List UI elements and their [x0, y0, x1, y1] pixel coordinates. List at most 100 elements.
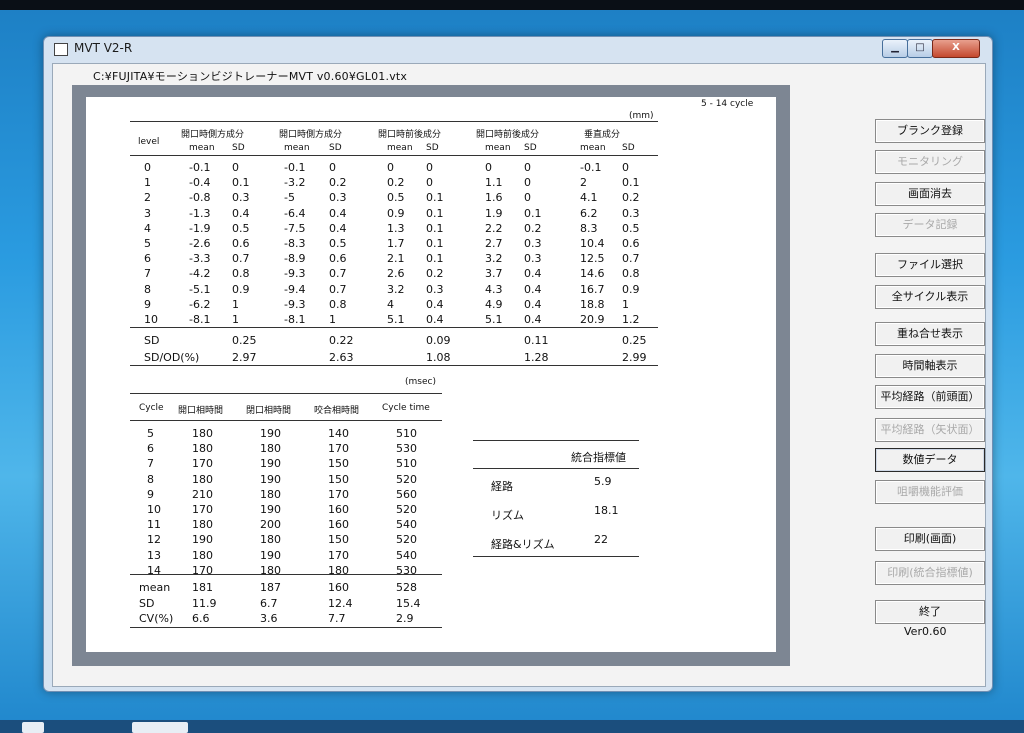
sd-subheader: SD [329, 143, 342, 153]
level-value-cell: 1.2 [622, 313, 640, 326]
sidebar-button-13[interactable]: 印刷(統合指標値) [875, 561, 985, 585]
level-value-cell: 1.6 [485, 191, 503, 205]
cycle-summary-value: 160 [328, 581, 349, 594]
level-value-cell: 4.3 [485, 282, 503, 296]
level-value-cell: 0.4 [426, 297, 444, 311]
level-value-cell: 0.1 [426, 252, 444, 266]
mean-subheader: mean [387, 143, 413, 153]
cycle-range: 5 - 14 cycle [701, 99, 754, 109]
cycle-number-cell: 8 [147, 472, 154, 486]
index-value: 18.1 [594, 504, 619, 517]
title-bar[interactable]: MVT V2-R ▁ □ X [44, 37, 992, 61]
level-value-cell: 0.3 [232, 191, 250, 205]
close-button[interactable]: X [932, 39, 980, 58]
sd-subheader: SD [524, 143, 537, 153]
level-value-cell: -1.3 [189, 206, 211, 220]
index-value: 5.9 [594, 475, 612, 488]
index-label: 経路&リズム [491, 538, 555, 551]
cycle-value-cell: 180 [260, 487, 281, 501]
level-value-cell: -5.1 [189, 282, 211, 296]
sidebar-button-6[interactable]: 重ね合せ表示 [875, 322, 985, 346]
sidebar-button-4[interactable]: ファイル選択 [875, 253, 985, 277]
window-title: MVT V2-R [74, 41, 133, 55]
cycle-number-cell: 9 [147, 487, 154, 501]
level-value-cell: 0 [426, 161, 433, 174]
sidebar-button-3[interactable]: データ記録 [875, 213, 985, 237]
minimize-button[interactable]: ▁ [882, 39, 908, 58]
level-value-cell: 5.1 [387, 313, 405, 326]
level-value-cell: 1 [232, 297, 239, 311]
cycle-summary-value: 7.7 [328, 612, 346, 625]
sidebar-button-14[interactable]: 終了 [875, 600, 985, 624]
sidebar-button-2[interactable]: 画面消去 [875, 182, 985, 206]
level-cell: 7 [144, 267, 151, 281]
cycle-value-cell: 170 [328, 442, 349, 456]
cycle-value-cell: 180 [260, 442, 281, 456]
taskbar-item[interactable] [132, 722, 188, 733]
cycle-number-cell: 11 [147, 518, 161, 532]
level-value-cell: 0 [426, 176, 433, 190]
level-value-cell: 0 [329, 161, 336, 174]
cycle-table-unit: (msec) [405, 377, 436, 387]
client-area: C:¥FUJITA¥モーションビジトレーナーMVT v0.60¥GL01.vtx… [52, 63, 986, 687]
cycle-table-bottom-rule [130, 627, 442, 628]
sidebar-button-9[interactable]: 平均経路（矢状面） [875, 418, 985, 442]
cycle-value-cell: 160 [328, 503, 349, 516]
cycle-column-header: Cycle time [382, 403, 430, 413]
cycle-summary-value: 11.9 [192, 596, 217, 610]
cycle-number-cell: 7 [147, 457, 154, 471]
index-label: リズム [491, 509, 524, 522]
sidebar-button-7[interactable]: 時間軸表示 [875, 354, 985, 378]
cycle-summary-label: SD [139, 596, 155, 610]
cycle-value-cell: 150 [328, 533, 349, 547]
level-value-cell: 0.7 [329, 282, 347, 296]
maximize-button[interactable]: □ [907, 39, 933, 58]
cycle-summary-value: 181 [192, 581, 213, 594]
level-value-cell: 0 [485, 161, 492, 174]
sidebar-button-0[interactable]: ブランク登録 [875, 119, 985, 143]
cycle-table-top-rule [130, 393, 442, 394]
level-summary-value: 1.08 [426, 351, 451, 364]
level-value-cell: 0.3 [622, 206, 640, 220]
level-value-cell: 2.1 [387, 252, 405, 266]
level-value-cell: 0.3 [426, 282, 444, 296]
level-value-cell: 0.6 [622, 237, 640, 250]
report-frame: 5 - 14 cycle (mm) (msec) level 開口時側方成分 開口時… [72, 85, 790, 666]
sidebar-button-10[interactable]: 数値データ [875, 448, 985, 472]
taskbar-item[interactable] [22, 722, 44, 733]
level-value-cell: 20.9 [580, 313, 605, 326]
level-value-cell: 0.5 [329, 237, 347, 250]
cycle-value-cell: 510 [396, 457, 417, 471]
sidebar-button-12[interactable]: 印刷(画面) [875, 527, 985, 551]
level-value-cell: 0 [524, 161, 531, 174]
cycle-value-cell: 530 [396, 442, 417, 456]
level-summary-label: SD [144, 334, 160, 347]
cycle-value-cell: 150 [328, 472, 349, 486]
sidebar-button-1[interactable]: モニタリング [875, 150, 985, 174]
level-value-cell: 2 [580, 176, 587, 190]
level-value-cell: 18.8 [580, 297, 605, 311]
sidebar-button-5[interactable]: 全サイクル表示 [875, 285, 985, 309]
level-cell: 9 [144, 297, 151, 311]
level-cell: 0 [144, 161, 151, 174]
level-value-cell: 0.4 [329, 206, 347, 220]
version-label: Ver0.60 [904, 625, 947, 638]
cycle-value-cell: 210 [192, 487, 213, 501]
sidebar-button-11[interactable]: 咀嚼機能評価 [875, 480, 985, 504]
level-column-header: level [138, 137, 160, 147]
level-value-cell: 0.5 [622, 221, 640, 235]
level-value-cell: -9.4 [284, 282, 306, 296]
level-value-cell: 0.9 [387, 206, 405, 220]
level-value-cell: 4.9 [485, 297, 503, 311]
level-value-cell: 0.1 [426, 191, 444, 205]
level-value-cell: 0.2 [387, 176, 405, 190]
mean-subheader: mean [284, 143, 310, 153]
cycle-value-cell: 140 [328, 427, 349, 440]
level-value-cell: 2.2 [485, 221, 503, 235]
level-value-cell: -3.3 [189, 252, 211, 266]
level-cell: 1 [144, 176, 151, 190]
sidebar-button-8[interactable]: 平均経路（前頭面） [875, 385, 985, 409]
cycle-number-cell: 5 [147, 427, 154, 440]
level-value-cell: 0.2 [329, 176, 347, 190]
cycle-value-cell: 190 [260, 503, 281, 516]
